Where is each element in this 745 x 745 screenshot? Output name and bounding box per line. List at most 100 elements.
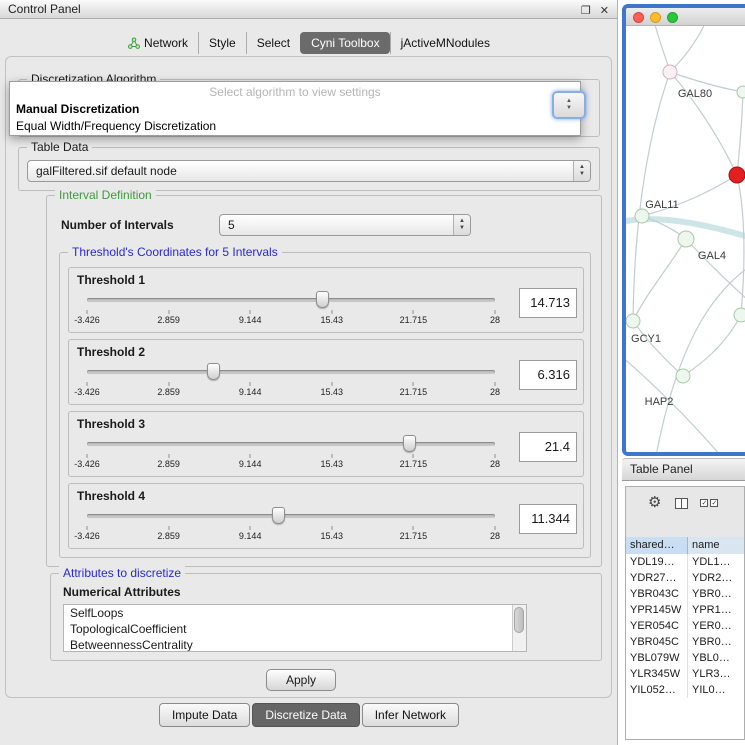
table-cell-shared-name[interactable]: YBR045C bbox=[626, 634, 688, 650]
threshold-slider[interactable]: -3.4262.8599.14415.4321.71528 bbox=[87, 360, 495, 400]
table-row[interactable]: YER054CYER0… bbox=[626, 618, 744, 634]
table-row[interactable]: YPR145WYPR1… bbox=[626, 602, 744, 618]
slider-thumb[interactable] bbox=[207, 363, 220, 380]
table-cell-shared-name[interactable]: YLR345W bbox=[626, 666, 688, 682]
table-cell-name[interactable]: YBR0… bbox=[688, 634, 744, 650]
table-cell-name[interactable]: YBL0… bbox=[688, 650, 744, 666]
network-node[interactable] bbox=[635, 209, 649, 223]
slider-track[interactable] bbox=[87, 298, 495, 302]
network-node[interactable] bbox=[663, 65, 677, 79]
network-node[interactable] bbox=[734, 308, 745, 322]
table-cell-name[interactable]: YBR0… bbox=[688, 586, 744, 602]
table-cell-name[interactable]: YDR2… bbox=[688, 570, 744, 586]
tab-style[interactable]: Style bbox=[198, 32, 246, 54]
slider-track[interactable] bbox=[87, 370, 495, 374]
slider-tick bbox=[413, 454, 414, 458]
attribute-list-item[interactable]: BetweennessCentrality bbox=[64, 637, 526, 652]
select-columns-icons[interactable]: ✓ ✓ bbox=[700, 499, 718, 507]
threshold-value-field[interactable]: 6.316 bbox=[519, 360, 577, 390]
table-row[interactable]: YDR27…YDR2… bbox=[626, 570, 744, 586]
slider-thumb[interactable] bbox=[272, 507, 285, 524]
zoom-traffic-light-icon[interactable] bbox=[667, 12, 678, 23]
table-row[interactable]: YBR043CYBR0… bbox=[626, 586, 744, 602]
algorithm-placeholder-option[interactable]: Select algorithm to view settings bbox=[10, 84, 580, 101]
network-node[interactable] bbox=[676, 369, 690, 383]
checkbox-icon[interactable]: ✓ bbox=[710, 499, 718, 507]
apply-button[interactable]: Apply bbox=[266, 669, 336, 691]
table-data-combo-stepper[interactable]: ▲ ▼ bbox=[573, 161, 590, 181]
gear-icon[interactable]: ⚙ bbox=[648, 493, 661, 513]
attributes-scrollbar-thumb[interactable] bbox=[514, 607, 524, 633]
threshold-slider[interactable]: -3.4262.8599.14415.4321.71528 bbox=[87, 504, 495, 544]
column-header-shared-name[interactable]: shared… bbox=[626, 537, 688, 554]
slider-tick-label: 9.144 bbox=[239, 387, 262, 397]
table-row[interactable]: YIL052…YIL0… bbox=[626, 682, 744, 698]
threshold-slider[interactable]: -3.4262.8599.14415.4321.71528 bbox=[87, 432, 495, 472]
network-node[interactable] bbox=[737, 86, 745, 98]
table-cell-name[interactable]: YLR3… bbox=[688, 666, 744, 682]
table-cell-shared-name[interactable]: YDL19… bbox=[626, 554, 688, 570]
close-traffic-light-icon[interactable] bbox=[633, 12, 644, 23]
table-cell-name[interactable]: YDL1… bbox=[688, 554, 744, 570]
slider-track[interactable] bbox=[87, 514, 495, 518]
attribute-list-item[interactable]: SelfLoops bbox=[64, 605, 526, 621]
control-panel-titlebar[interactable]: Control Panel ❐ ✕ bbox=[0, 0, 617, 19]
threshold-value-field[interactable]: 11.344 bbox=[519, 504, 577, 534]
table-cell-name[interactable]: YER0… bbox=[688, 618, 744, 634]
tab-network[interactable]: Network bbox=[118, 32, 198, 54]
threshold-slider[interactable]: -3.4262.8599.14415.4321.71528 bbox=[87, 288, 495, 328]
table-cell-shared-name[interactable]: YBR043C bbox=[626, 586, 688, 602]
threshold-value-field[interactable]: 21.4 bbox=[519, 432, 577, 462]
table-row[interactable]: YBL079WYBL0… bbox=[626, 650, 744, 666]
network-node[interactable] bbox=[678, 231, 694, 247]
algorithm-option-1[interactable]: Manual Discretization bbox=[10, 101, 580, 118]
table-cell-shared-name[interactable]: YER054C bbox=[626, 618, 688, 634]
numerical-attributes-list[interactable]: SelfLoopsTopologicalCoefficientBetweenne… bbox=[63, 604, 527, 652]
table-cell-shared-name[interactable]: YDR27… bbox=[626, 570, 688, 586]
attributes-scrollbar[interactable] bbox=[512, 605, 526, 651]
tab-select[interactable]: Select bbox=[246, 32, 300, 54]
bottom-tab-discretize-data[interactable]: Discretize Data bbox=[252, 703, 359, 727]
tab-jactivemnodules[interactable]: jActiveMNodules bbox=[390, 32, 500, 54]
network-view-window[interactable]: GAL80GAL11GAL4GCY1HAP2 bbox=[622, 4, 745, 456]
slider-tick-label: 2.859 bbox=[157, 459, 180, 469]
close-window-icon[interactable]: ✕ bbox=[600, 2, 609, 20]
table-cell-shared-name[interactable]: YBL079W bbox=[626, 650, 688, 666]
table-row[interactable]: YBR045CYBR0… bbox=[626, 634, 744, 650]
selected-network-node[interactable] bbox=[729, 167, 745, 183]
slider-tick bbox=[250, 526, 251, 530]
table-panel-header[interactable]: Table Panel bbox=[622, 458, 745, 481]
algorithm-option-2[interactable]: Equal Width/Frequency Discretization bbox=[10, 118, 580, 135]
algorithm-combo-stepper[interactable]: ▲ ▼ bbox=[552, 91, 586, 119]
columns-icon[interactable] bbox=[675, 498, 688, 509]
attribute-list-item[interactable]: TopologicalCoefficient bbox=[64, 621, 526, 637]
table-cell-shared-name[interactable]: YPR145W bbox=[626, 602, 688, 618]
tab-cyni-toolbox[interactable]: Cyni Toolbox bbox=[300, 32, 389, 54]
table-cell-name[interactable]: YPR1… bbox=[688, 602, 744, 618]
table-cell-name[interactable]: YIL0… bbox=[688, 682, 744, 698]
threshold-value-field[interactable]: 14.713 bbox=[519, 288, 577, 318]
table-cell-shared-name[interactable]: YIL052… bbox=[626, 682, 688, 698]
number-of-intervals-combo[interactable]: 5 ▲ ▼ bbox=[219, 214, 471, 236]
number-of-intervals-stepper[interactable]: ▲ ▼ bbox=[453, 215, 470, 235]
slider-tick-label: 28 bbox=[490, 315, 500, 325]
network-canvas[interactable]: GAL80GAL11GAL4GCY1HAP2 bbox=[626, 26, 745, 452]
network-node[interactable] bbox=[626, 314, 640, 328]
network-window-titlebar[interactable] bbox=[626, 8, 745, 26]
table-data-combo[interactable]: galFiltered.sif default node ▲ ▼ bbox=[27, 160, 591, 182]
float-window-icon[interactable]: ❐ bbox=[581, 2, 591, 20]
bottom-tab-impute-data[interactable]: Impute Data bbox=[159, 703, 250, 727]
slider-thumb[interactable] bbox=[316, 291, 329, 308]
tab-label: Cyni Toolbox bbox=[311, 36, 379, 50]
minimize-traffic-light-icon[interactable] bbox=[650, 12, 661, 23]
checkbox-icon[interactable]: ✓ bbox=[700, 499, 708, 507]
slider-tick bbox=[168, 310, 169, 314]
bottom-tab-infer-network[interactable]: Infer Network bbox=[362, 703, 459, 727]
slider-track[interactable] bbox=[87, 442, 495, 446]
table-row[interactable]: YDL19…YDL1… bbox=[626, 554, 744, 570]
table-row[interactable]: YLR345WYLR3… bbox=[626, 666, 744, 682]
table-data-combo-value: galFiltered.sif default node bbox=[36, 164, 177, 178]
slider-thumb[interactable] bbox=[403, 435, 416, 452]
column-header-name[interactable]: name bbox=[688, 537, 744, 554]
slider-tick bbox=[495, 382, 496, 386]
